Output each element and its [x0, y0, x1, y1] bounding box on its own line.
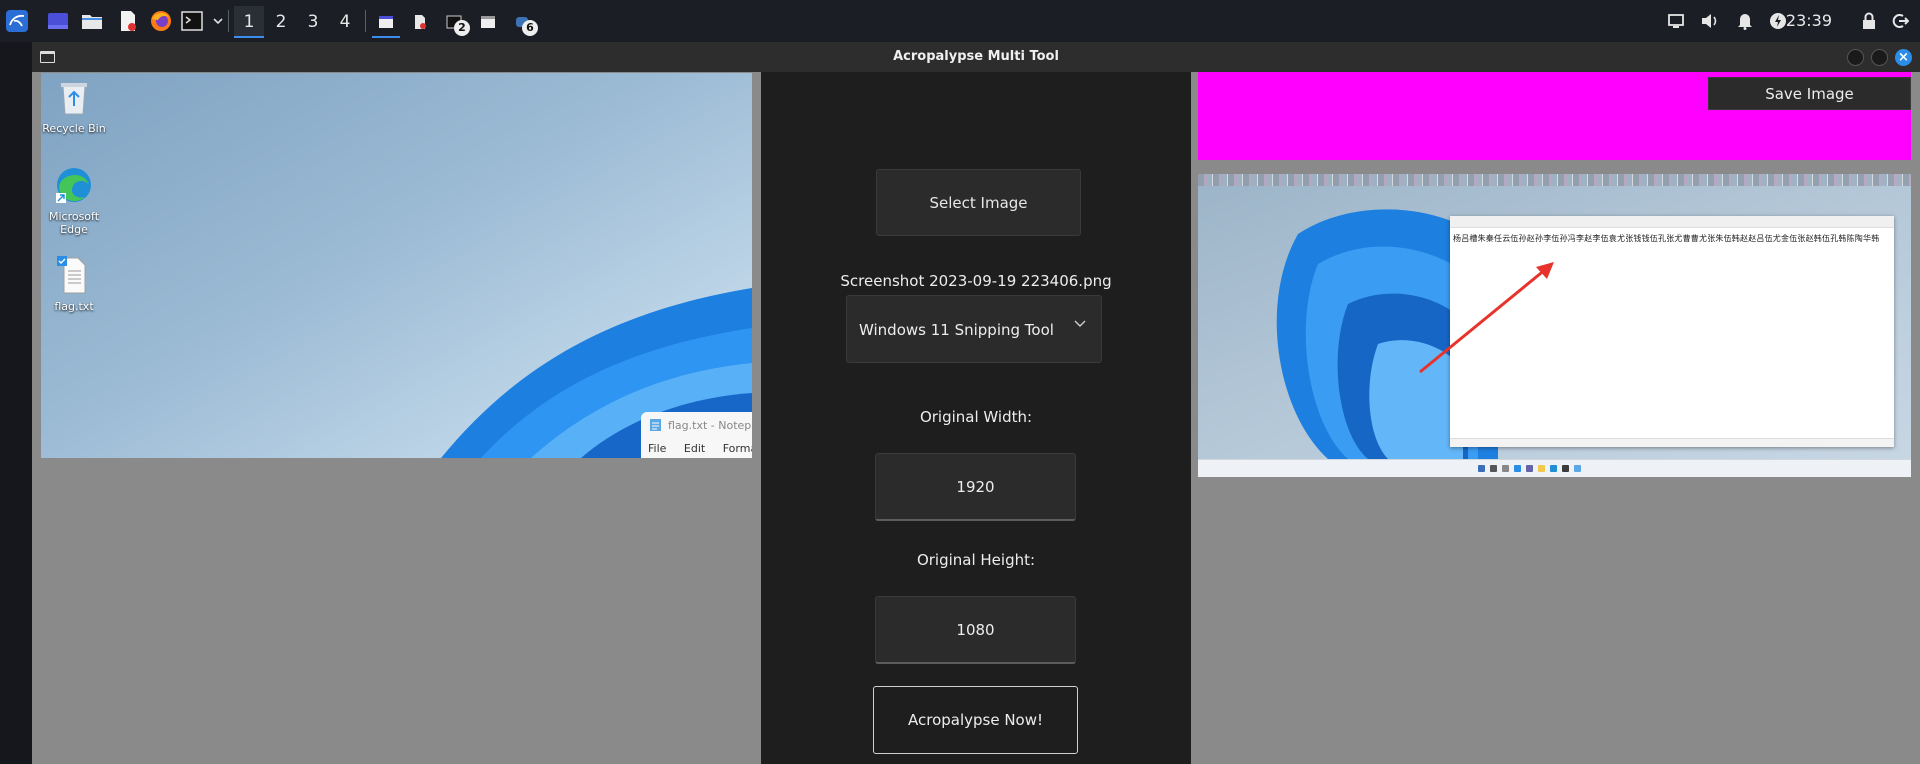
minimize-button[interactable]: [1847, 49, 1864, 66]
recycle-bin-icon: [61, 83, 87, 115]
recovered-image-pane: Save Image 杨吕槽朱秦任云伍孙赵孙李伍孙冯李赵李伍袁尤张钱钱伍孔张尤曹…: [1191, 72, 1920, 764]
controls-pane: Select Image Screenshot 2023-09-19 22340…: [761, 72, 1191, 764]
chevron-down-icon: [1073, 316, 1087, 334]
desktop-icon-edge[interactable]: Microsoft Edge: [41, 165, 109, 236]
task-count-badge: 6: [522, 20, 538, 36]
firefox-icon[interactable]: [149, 9, 173, 33]
display-icon[interactable]: [1664, 9, 1688, 33]
win11-taskbar: [1198, 459, 1911, 477]
desktop-icon-label: flag.txt: [54, 300, 94, 313]
text-file-icon: [57, 256, 86, 294]
task-text-editor[interactable]: [403, 6, 437, 38]
workspace-2[interactable]: 2: [266, 6, 296, 38]
workspace-4[interactable]: 4: [330, 6, 360, 38]
tool-dropdown[interactable]: Windows 11 Snipping Tool: [846, 295, 1102, 363]
select-image-button[interactable]: Select Image: [876, 169, 1081, 236]
panel-separator: [365, 10, 366, 32]
search-icon: [1490, 465, 1497, 472]
notification-bell-icon[interactable]: [1733, 9, 1757, 33]
window-icon: [481, 16, 495, 28]
notepad-menu: File Edit Format: [648, 442, 752, 455]
save-image-button[interactable]: Save Image: [1708, 77, 1911, 110]
notepad-menu-edit: Edit: [683, 442, 706, 455]
store-icon: [1562, 465, 1569, 472]
task-view-icon: [1502, 465, 1509, 472]
terminal-icon[interactable]: [180, 9, 204, 33]
lock-icon[interactable]: [1857, 9, 1881, 33]
workspace-1[interactable]: 1: [234, 6, 264, 38]
title-bar[interactable]: Acropalypse Multi Tool ×: [32, 42, 1920, 72]
start-icon: [1478, 465, 1485, 472]
volume-icon[interactable]: [1698, 9, 1722, 33]
tool-dropdown-value: Windows 11 Snipping Tool: [859, 321, 1054, 339]
app-window: Acropalypse Multi Tool × Recycle Bin Mic…: [32, 42, 1920, 764]
screen: 1 2 3 4 2 6 23:39 Acropalypse Multi Tool…: [0, 0, 1920, 764]
chat-icon: [1526, 465, 1533, 472]
red-arrow-annotation: [1419, 262, 1554, 374]
original-height-label: Original Height:: [916, 551, 1036, 569]
chevron-down-icon[interactable]: [206, 9, 230, 33]
task-python[interactable]: 6: [505, 6, 539, 38]
notepad-icon: [650, 419, 661, 431]
desktop-icon-recycle-bin[interactable]: Recycle Bin: [41, 77, 109, 135]
file-explorer-icon: [1538, 465, 1545, 472]
logout-icon[interactable]: [1888, 9, 1912, 33]
clock[interactable]: 23:39: [1786, 11, 1832, 30]
desktop-icon-label: Microsoft Edge: [48, 210, 100, 236]
window-title: Acropalypse Multi Tool: [893, 49, 1059, 64]
notepad-menu-format: Format: [722, 442, 752, 455]
text-editor-icon: [415, 15, 426, 29]
selected-filename: Screenshot 2023-09-19 223406.png: [840, 272, 1112, 290]
window-icon: [379, 16, 393, 28]
notepad-icon: [1574, 465, 1581, 472]
original-width-input[interactable]: 1920: [875, 453, 1076, 521]
task-window-2[interactable]: [471, 6, 505, 38]
file-manager-icon[interactable]: [80, 9, 104, 33]
notepad-title: flag.txt - Notepad: [668, 419, 752, 432]
notepad-menu-file: File: [648, 442, 667, 455]
original-image-pane: Recycle Bin Microsoft Edge flag.txt flag…: [32, 72, 761, 764]
notepad-window-peek: flag.txt - Notepad File Edit Format: [641, 412, 752, 458]
kali-menu-icon[interactable]: [5, 9, 29, 33]
desktop-icon-flag-txt[interactable]: flag.txt: [41, 255, 109, 313]
close-button[interactable]: ×: [1895, 49, 1912, 66]
task-terminal[interactable]: 2: [437, 6, 471, 38]
recovered-image-preview: 杨吕槽朱秦任云伍孙赵孙李伍孙冯李赵李伍袁尤张钱钱伍孔张尤曹曹尤张朱伍韩赵赵吕伍尤…: [1198, 174, 1911, 477]
task-count-badge: 2: [454, 20, 470, 36]
task-window-1[interactable]: [369, 6, 403, 38]
text-editor-icon[interactable]: [116, 9, 140, 33]
panel-separator: [228, 10, 229, 32]
win11-bloom-wallpaper: [441, 288, 752, 458]
original-height-input[interactable]: 1080: [875, 596, 1076, 664]
original-width-label: Original Width:: [919, 408, 1033, 426]
edge-icon: [1550, 465, 1557, 472]
acropalypse-now-button[interactable]: Acropalypse Now!: [873, 686, 1078, 754]
maximize-button[interactable]: [1871, 49, 1888, 66]
top-panel: 1 2 3 4 2 6 23:39: [0, 0, 1920, 42]
original-image-preview: Recycle Bin Microsoft Edge flag.txt flag…: [41, 73, 752, 458]
workspace-3[interactable]: 3: [298, 6, 328, 38]
desktop-icon-label: Recycle Bin: [42, 122, 106, 135]
widgets-icon: [1514, 465, 1521, 472]
show-desktop-icon[interactable]: [46, 9, 70, 33]
edge-icon: [56, 168, 91, 203]
